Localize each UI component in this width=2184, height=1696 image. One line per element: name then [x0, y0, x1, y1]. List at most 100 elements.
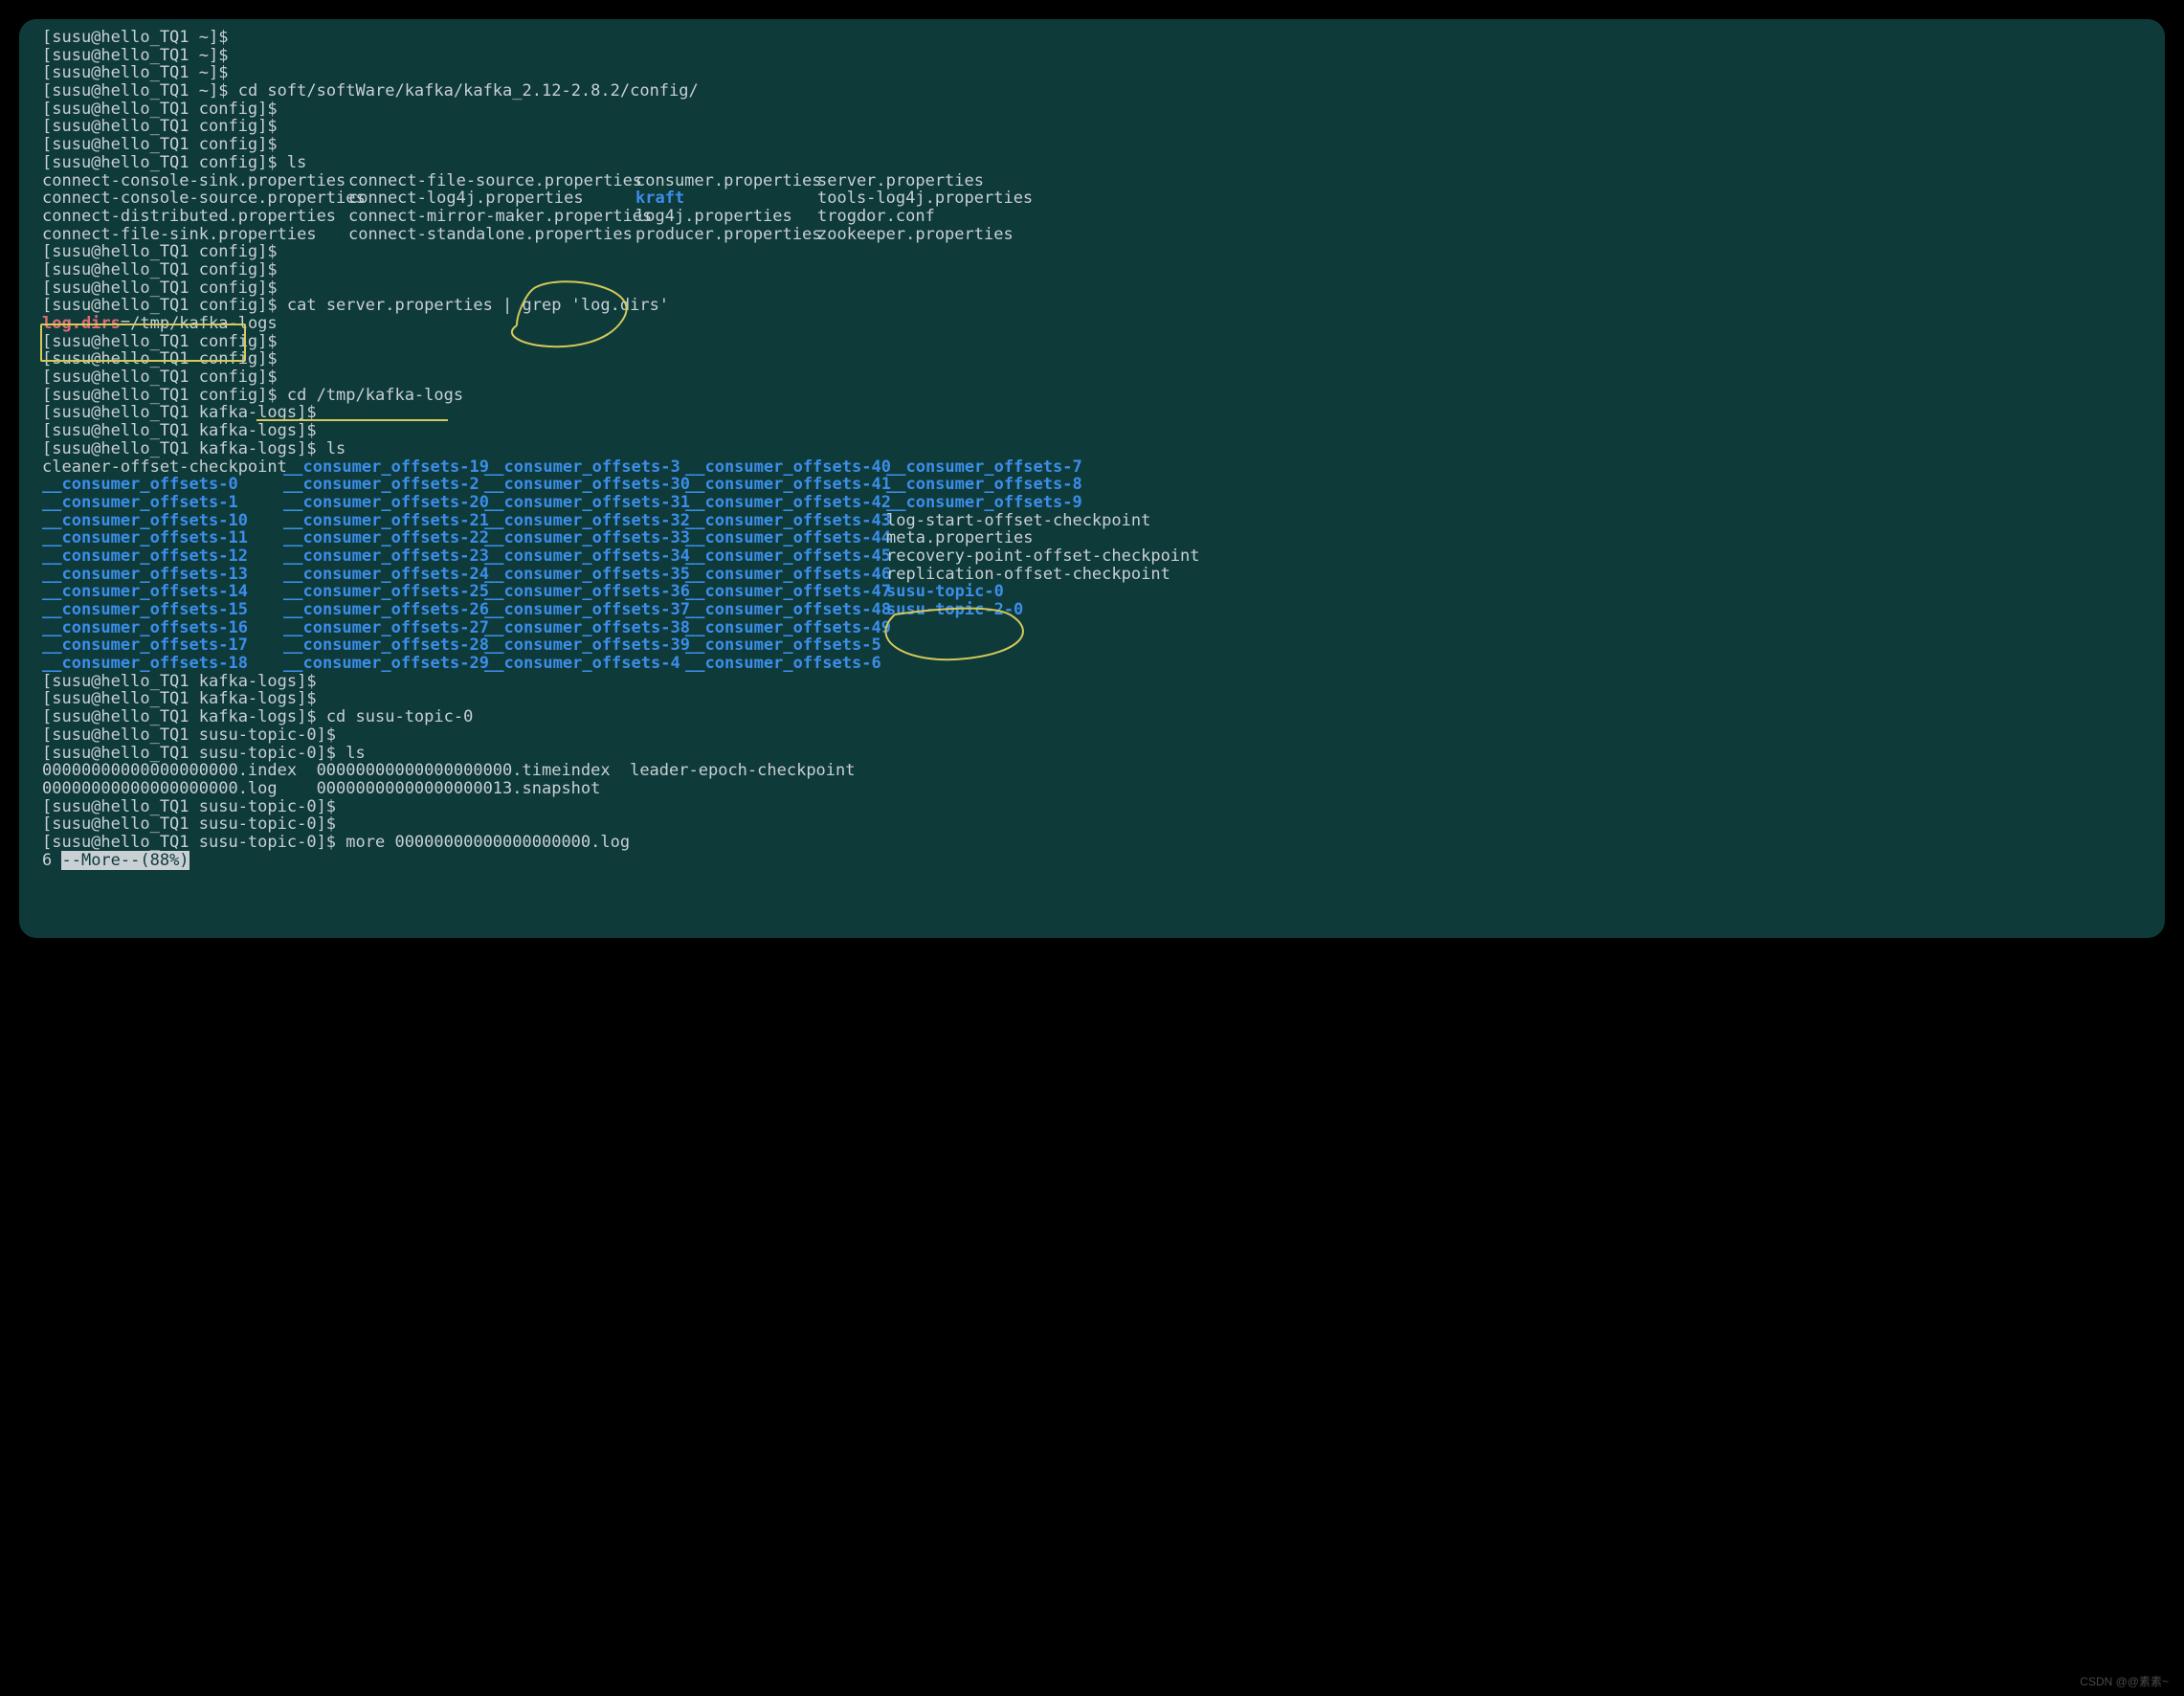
prompt-line: [susu@hello_TQ1 config]$: [42, 261, 2142, 279]
ls-row: 00000000000000000000.log 000000000000000…: [42, 780, 2142, 798]
file-entry: cleaner-offset-checkpoint: [42, 457, 287, 477]
prompt-line: [susu@hello_TQ1 kafka-logs]$: [42, 422, 2142, 440]
directory-entry: __consumer_offsets-27: [283, 618, 489, 637]
directory-entry: __consumer_offsets-10: [42, 511, 248, 530]
file-entry: producer.properties: [635, 225, 821, 244]
directory-entry: __consumer_offsets-0: [42, 475, 238, 494]
prompt-line: [susu@hello_TQ1 susu-topic-0]$: [42, 815, 2142, 834]
prompt-line: [susu@hello_TQ1 config]$ cd /tmp/kafka-l…: [42, 387, 2142, 405]
ls-row: __consumer_offsets-11 __consumer_offsets-…: [42, 529, 2142, 547]
directory-entry: __consumer_offsets-21: [283, 511, 489, 530]
file-entry: log4j.properties: [635, 207, 792, 226]
directory-entry: __consumer_offsets-18: [42, 654, 248, 673]
directory-entry: __consumer_offsets-48: [685, 600, 891, 619]
ls-row: cleaner-offset-checkpoint__consumer_offs…: [42, 458, 2142, 477]
directory-entry: __consumer_offsets-34: [484, 547, 690, 566]
directory-entry: __consumer_offsets-39: [484, 636, 690, 655]
directory-entry: __consumer_offsets-49: [685, 618, 891, 637]
directory-entry: __consumer_offsets-25: [283, 582, 489, 601]
prompt-line: [susu@hello_TQ1 config]$: [42, 118, 2142, 136]
prompt-line: [susu@hello_TQ1 config]$: [42, 136, 2142, 154]
directory-entry: __consumer_offsets-43: [685, 511, 891, 530]
directory-entry: __consumer_offsets-42: [685, 493, 891, 512]
prompt-line: [susu@hello_TQ1 config]$: [42, 333, 2142, 351]
ls-row: __consumer_offsets-18 __consumer_offsets-…: [42, 655, 2142, 673]
file-entry: server.properties: [817, 171, 984, 190]
directory-entry: __consumer_offsets-23: [283, 547, 489, 566]
prompt-line: [susu@hello_TQ1 config]$: [42, 350, 2142, 368]
prompt-line: [susu@hello_TQ1 kafka-logs]$ ls: [42, 440, 2142, 458]
directory-entry: __consumer_offsets-46: [685, 565, 891, 584]
prompt-line: [susu@hello_TQ1 ~]$: [42, 47, 2142, 65]
file-entry: meta.properties: [886, 528, 1034, 547]
prompt-line: [susu@hello_TQ1 kafka-logs]$ cd susu-top…: [42, 708, 2142, 726]
ls-row: connect-file-sink.properties connect-stan…: [42, 226, 2142, 244]
directory-entry: __consumer_offsets-22: [283, 528, 489, 547]
ls-row: connect-console-sink.propertiesconnect-f…: [42, 172, 2142, 190]
directory-entry: __consumer_offsets-35: [484, 565, 690, 584]
directory-entry: __consumer_offsets-31: [484, 493, 690, 512]
directory-entry: __consumer_offsets-9: [886, 493, 1082, 512]
ls-row: __consumer_offsets-16 __consumer_offsets-…: [42, 619, 2142, 637]
file-entry: connect-log4j.properties: [348, 189, 584, 208]
more-pager-line[interactable]: 6 --More--(88%): [42, 852, 2142, 870]
file-entry: consumer.properties: [635, 171, 821, 190]
file-entry: connect-distributed.properties: [42, 207, 336, 226]
directory-entry: __consumer_offsets-12: [42, 547, 248, 566]
directory-entry: __consumer_offsets-1: [42, 493, 238, 512]
directory-entry: __consumer_offsets-37: [484, 600, 690, 619]
directory-entry: __consumer_offsets-47: [685, 582, 891, 601]
ls-row: __consumer_offsets-15 __consumer_offsets-…: [42, 601, 2142, 619]
directory-entry: __consumer_offsets-38: [484, 618, 690, 637]
prompt-line: [susu@hello_TQ1 config]$: [42, 368, 2142, 387]
ls-row: __consumer_offsets-14__consumer_offsets-…: [42, 583, 2142, 601]
directory-entry: __consumer_offsets-32: [484, 511, 690, 530]
ls-row: __consumer_offsets-13 __consumer_offsets-…: [42, 566, 2142, 584]
directory-entry: __consumer_offsets-3: [484, 457, 680, 477]
directory-entry: __consumer_offsets-4: [484, 654, 680, 673]
directory-entry: __consumer_offsets-8: [886, 475, 1082, 494]
directory-entry: __consumer_offsets-17: [42, 636, 248, 655]
ls-row: __consumer_offsets-1__consumer_offsets-2…: [42, 494, 2142, 512]
prompt-line: [susu@hello_TQ1 config]$: [42, 243, 2142, 261]
ls-row: connect-distributed.propertiesconnect-mi…: [42, 208, 2142, 226]
ls-row: __consumer_offsets-0 __consumer_offsets-2…: [42, 476, 2142, 494]
prompt-line: [susu@hello_TQ1 config]$: [42, 100, 2142, 119]
terminal-content[interactable]: [susu@hello_TQ1 ~]$[susu@hello_TQ1 ~]$[s…: [42, 29, 2142, 869]
directory-entry: __consumer_offsets-2: [283, 475, 479, 494]
directory-entry: __consumer_offsets-26: [283, 600, 489, 619]
watermark-text: CSDN @@素素~: [2080, 1676, 2169, 1688]
directory-entry: __consumer_offsets-40: [685, 457, 891, 477]
prompt-line: [susu@hello_TQ1 config]$: [42, 279, 2142, 298]
file-entry: zookeeper.properties: [817, 225, 1014, 244]
directory-entry: __consumer_offsets-33: [484, 528, 690, 547]
ls-row: 00000000000000000000.index 0000000000000…: [42, 762, 2142, 780]
file-entry: connect-file-sink.properties: [42, 225, 317, 244]
directory-entry: __consumer_offsets-11: [42, 528, 248, 547]
prompt-line: [susu@hello_TQ1 ~]$: [42, 29, 2142, 47]
grep-output: log.dirs=/tmp/kafka-logs: [42, 315, 2142, 333]
prompt-line: [susu@hello_TQ1 ~]$ cd soft/softWare/kaf…: [42, 82, 2142, 100]
directory-entry: __consumer_offsets-13: [42, 565, 248, 584]
prompt-line: [susu@hello_TQ1 kafka-logs]$: [42, 690, 2142, 708]
directory-entry: __consumer_offsets-45: [685, 547, 891, 566]
directory-entry: __consumer_offsets-15: [42, 600, 248, 619]
prompt-line: [susu@hello_TQ1 kafka-logs]$: [42, 673, 2142, 691]
directory-entry: __consumer_offsets-28: [283, 636, 489, 655]
directory-entry: __consumer_offsets-44: [685, 528, 891, 547]
file-entry: connect-console-source.properties: [42, 189, 366, 208]
directory-entry: __consumer_offsets-29: [283, 654, 489, 673]
file-entry: connect-console-sink.properties: [42, 171, 345, 190]
prompt-line: [susu@hello_TQ1 config]$ ls: [42, 154, 2142, 172]
file-entry: replication-offset-checkpoint: [886, 565, 1170, 584]
directory-entry: __consumer_offsets-19: [283, 457, 489, 477]
file-entry: connect-standalone.properties: [348, 225, 633, 244]
directory-entry: __consumer_offsets-6: [685, 654, 881, 673]
prompt-line: [susu@hello_TQ1 susu-topic-0]$: [42, 798, 2142, 816]
directory-entry: __consumer_offsets-16: [42, 618, 248, 637]
terminal-window[interactable]: [susu@hello_TQ1 ~]$[susu@hello_TQ1 ~]$[s…: [19, 19, 2165, 938]
file-entry: log-start-offset-checkpoint: [886, 511, 1150, 530]
prompt-line: [susu@hello_TQ1 ~]$: [42, 64, 2142, 82]
prompt-line: [susu@hello_TQ1 kafka-logs]$: [42, 404, 2142, 422]
directory-entry: __consumer_offsets-5: [685, 636, 881, 655]
